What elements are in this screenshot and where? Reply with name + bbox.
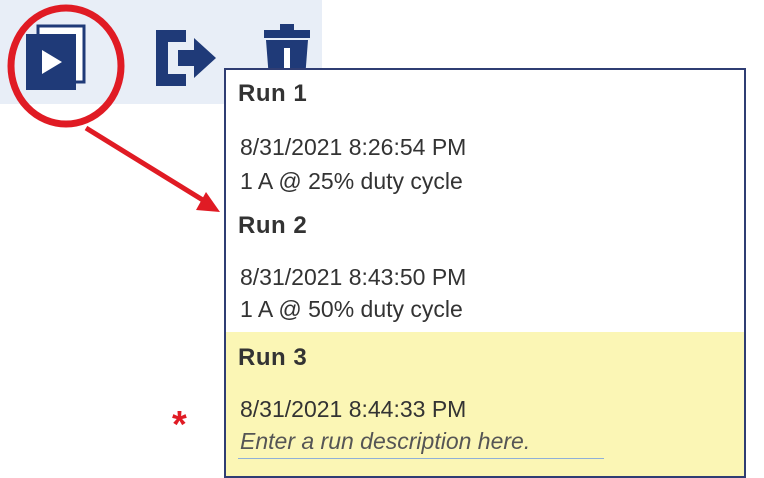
run-description: 1 A @ 50% duty cycle	[240, 296, 463, 322]
export-icon[interactable]	[150, 24, 218, 92]
run-date: 8/31/2021 8:44:33 PM	[240, 396, 467, 422]
play-run-icon[interactable]	[24, 24, 86, 92]
run-title: Run 2	[238, 212, 308, 239]
required-marker: *	[172, 404, 187, 446]
run-date: 8/31/2021 8:43:50 PM	[240, 264, 467, 290]
run-item-selected[interactable]: Run 3 8/31/2021 8:44:33 PM Enter a run d…	[226, 332, 744, 476]
run-description: 1 A @ 25% duty cycle	[240, 168, 463, 194]
run-description-input[interactable]: Enter a run description here.	[240, 428, 530, 455]
annotation-arrow-shaft	[84, 125, 208, 205]
run-title: Run 3	[238, 344, 308, 371]
run-date: 8/31/2021 8:26:54 PM	[240, 134, 467, 160]
annotation-arrow-head	[196, 192, 220, 212]
runs-dropdown-panel: Run 1 8/31/2021 8:26:54 PM 1 A @ 25% dut…	[224, 68, 746, 478]
description-underline	[238, 458, 604, 459]
run-item[interactable]: Run 1 8/31/2021 8:26:54 PM 1 A @ 25% dut…	[226, 70, 744, 202]
run-item[interactable]: Run 2 8/31/2021 8:43:50 PM 1 A @ 50% dut…	[226, 202, 744, 332]
run-title: Run 1	[238, 80, 308, 107]
